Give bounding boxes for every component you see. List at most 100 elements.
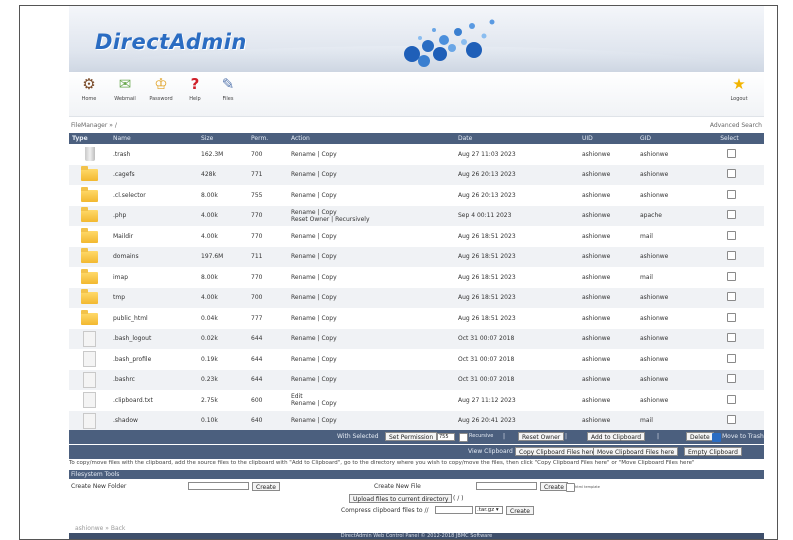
create-folder-button[interactable]: Create (252, 482, 280, 491)
file-perm[interactable]: 644 (248, 328, 288, 349)
file-perm[interactable]: 777 (248, 308, 288, 329)
action-links[interactable]: Rename | Copy (291, 253, 337, 260)
action-links-secondary[interactable]: Rename | Copy (291, 400, 337, 407)
action-links[interactable]: Rename | Copy (291, 151, 337, 158)
new-file-input[interactable] (476, 482, 537, 490)
empty-clipboard-button[interactable]: Empty Clipboard (684, 447, 742, 456)
select-checkbox[interactable] (726, 210, 736, 220)
select-checkbox[interactable] (726, 374, 736, 384)
file-perm[interactable]: 640 (248, 410, 288, 431)
file-name[interactable]: .cagefs (110, 164, 198, 185)
file-size: 0.02k (198, 328, 248, 349)
recursive-checkbox[interactable] (459, 433, 468, 442)
file-name[interactable]: imap (110, 267, 198, 288)
action-links[interactable]: Rename | Copy (291, 209, 337, 216)
files-button[interactable]: ✎ Files (212, 76, 244, 103)
action-links[interactable]: Rename | Copy (291, 335, 337, 342)
compress-format-select[interactable]: .tar.gz ▾ (475, 506, 503, 514)
file-perm[interactable]: 700 (248, 287, 288, 308)
upload-files-button[interactable]: Upload files to current directory (349, 494, 453, 503)
select-checkbox[interactable] (726, 189, 736, 199)
password-button[interactable]: ♔ Password (145, 76, 177, 103)
col-name[interactable]: Name (110, 133, 198, 144)
advanced-search-link[interactable]: Advanced Search (710, 122, 762, 129)
select-checkbox[interactable] (726, 169, 736, 179)
move-to-trash-checkbox[interactable] (712, 433, 721, 442)
html-template-checkbox[interactable] (566, 483, 575, 492)
file-name[interactable]: .bash_logout (110, 328, 198, 349)
file-name[interactable]: .bashrc (110, 369, 198, 390)
compress-filename-input[interactable] (435, 506, 473, 514)
select-checkbox[interactable] (726, 394, 736, 404)
file-perm[interactable]: 644 (248, 349, 288, 370)
home-button[interactable]: ⚙ Home (73, 76, 105, 103)
select-checkbox[interactable] (726, 230, 736, 240)
view-clipboard-link[interactable]: View Clipboard (468, 448, 513, 455)
action-links[interactable]: Rename | Copy (291, 376, 337, 383)
action-links[interactable]: Rename | Copy (291, 417, 337, 424)
breadcrumb[interactable]: FileManager » / (71, 122, 117, 129)
create-file-button[interactable]: Create (540, 482, 568, 491)
new-folder-input[interactable] (188, 482, 249, 490)
action-links[interactable]: Rename | Copy (291, 294, 337, 301)
file-perm[interactable]: 644 (248, 369, 288, 390)
delete-button[interactable]: Delete (686, 432, 714, 441)
select-checkbox[interactable] (726, 312, 736, 322)
file-icon (69, 369, 110, 390)
file-name[interactable]: domains (110, 246, 198, 267)
copy-clipboard-files-button[interactable]: Copy Clipboard Files here (515, 447, 600, 456)
file-name[interactable]: Maildir (110, 226, 198, 247)
action-links[interactable]: Rename | Copy (291, 315, 337, 322)
file-actions: Rename | Copy (288, 328, 455, 349)
file-perm[interactable]: 755 (248, 185, 288, 206)
file-perm[interactable]: 770 (248, 205, 288, 226)
select-checkbox[interactable] (726, 251, 736, 261)
col-date[interactable]: Date (455, 133, 579, 144)
help-button[interactable]: ? Help (179, 76, 211, 103)
compress-create-button[interactable]: Create (506, 506, 534, 515)
reset-owner-button[interactable]: Reset Owner (518, 432, 565, 441)
file-size: 428k (198, 164, 248, 185)
select-checkbox[interactable] (726, 415, 736, 425)
file-perm[interactable]: 600 (248, 390, 288, 411)
logout-button[interactable]: ★ Logout (723, 76, 755, 103)
col-perm[interactable]: Perm. (248, 133, 288, 144)
permission-input[interactable]: 755 (437, 433, 455, 441)
col-size[interactable]: Size (198, 133, 248, 144)
file-perm[interactable]: 770 (248, 226, 288, 247)
action-links[interactable]: Rename | Copy (291, 274, 337, 281)
select-cell (695, 267, 764, 288)
file-name[interactable]: .trash (110, 144, 198, 165)
select-checkbox[interactable] (726, 271, 736, 281)
file-name[interactable]: .clipboard.txt (110, 390, 198, 411)
action-links[interactable]: Rename | Copy (291, 356, 337, 363)
file-name[interactable]: .php (110, 205, 198, 226)
select-checkbox[interactable] (726, 292, 736, 302)
file-name[interactable]: tmp (110, 287, 198, 308)
set-permission-button[interactable]: Set Permission (385, 432, 438, 441)
file-perm[interactable]: 700 (248, 144, 288, 165)
directadmin-logo[interactable]: DirectAdmin (95, 30, 247, 54)
action-links[interactable]: Rename | Copy (291, 171, 337, 178)
table-row: .clipboard.txt 2.75k 600 Edit Rename | Copy A… (69, 390, 764, 411)
move-clipboard-files-button[interactable]: Move Clipboard Files here (593, 447, 679, 456)
file-name[interactable]: .shadow (110, 410, 198, 431)
col-gid[interactable]: GID (637, 133, 695, 144)
file-name[interactable]: .bash_profile (110, 349, 198, 370)
file-name[interactable]: public_html (110, 308, 198, 329)
back-link[interactable]: ashionwe » Back (75, 525, 125, 532)
col-uid[interactable]: UID (579, 133, 637, 144)
webmail-button[interactable]: ✉ Webmail (109, 76, 141, 103)
file-name[interactable]: .cl.selector (110, 185, 198, 206)
select-checkbox[interactable] (726, 353, 736, 363)
file-perm[interactable]: 711 (248, 246, 288, 267)
action-links[interactable]: Rename | Copy (291, 192, 337, 199)
file-perm[interactable]: 770 (248, 267, 288, 288)
action-links-secondary[interactable]: Reset Owner | Recursively (291, 216, 370, 223)
file-perm[interactable]: 771 (248, 164, 288, 185)
select-checkbox[interactable] (726, 148, 736, 158)
action-links[interactable]: Rename | Copy (291, 233, 337, 240)
action-links[interactable]: Edit (291, 393, 303, 400)
add-to-clipboard-button[interactable]: Add to Clipboard (587, 432, 646, 441)
select-checkbox[interactable] (726, 333, 736, 343)
